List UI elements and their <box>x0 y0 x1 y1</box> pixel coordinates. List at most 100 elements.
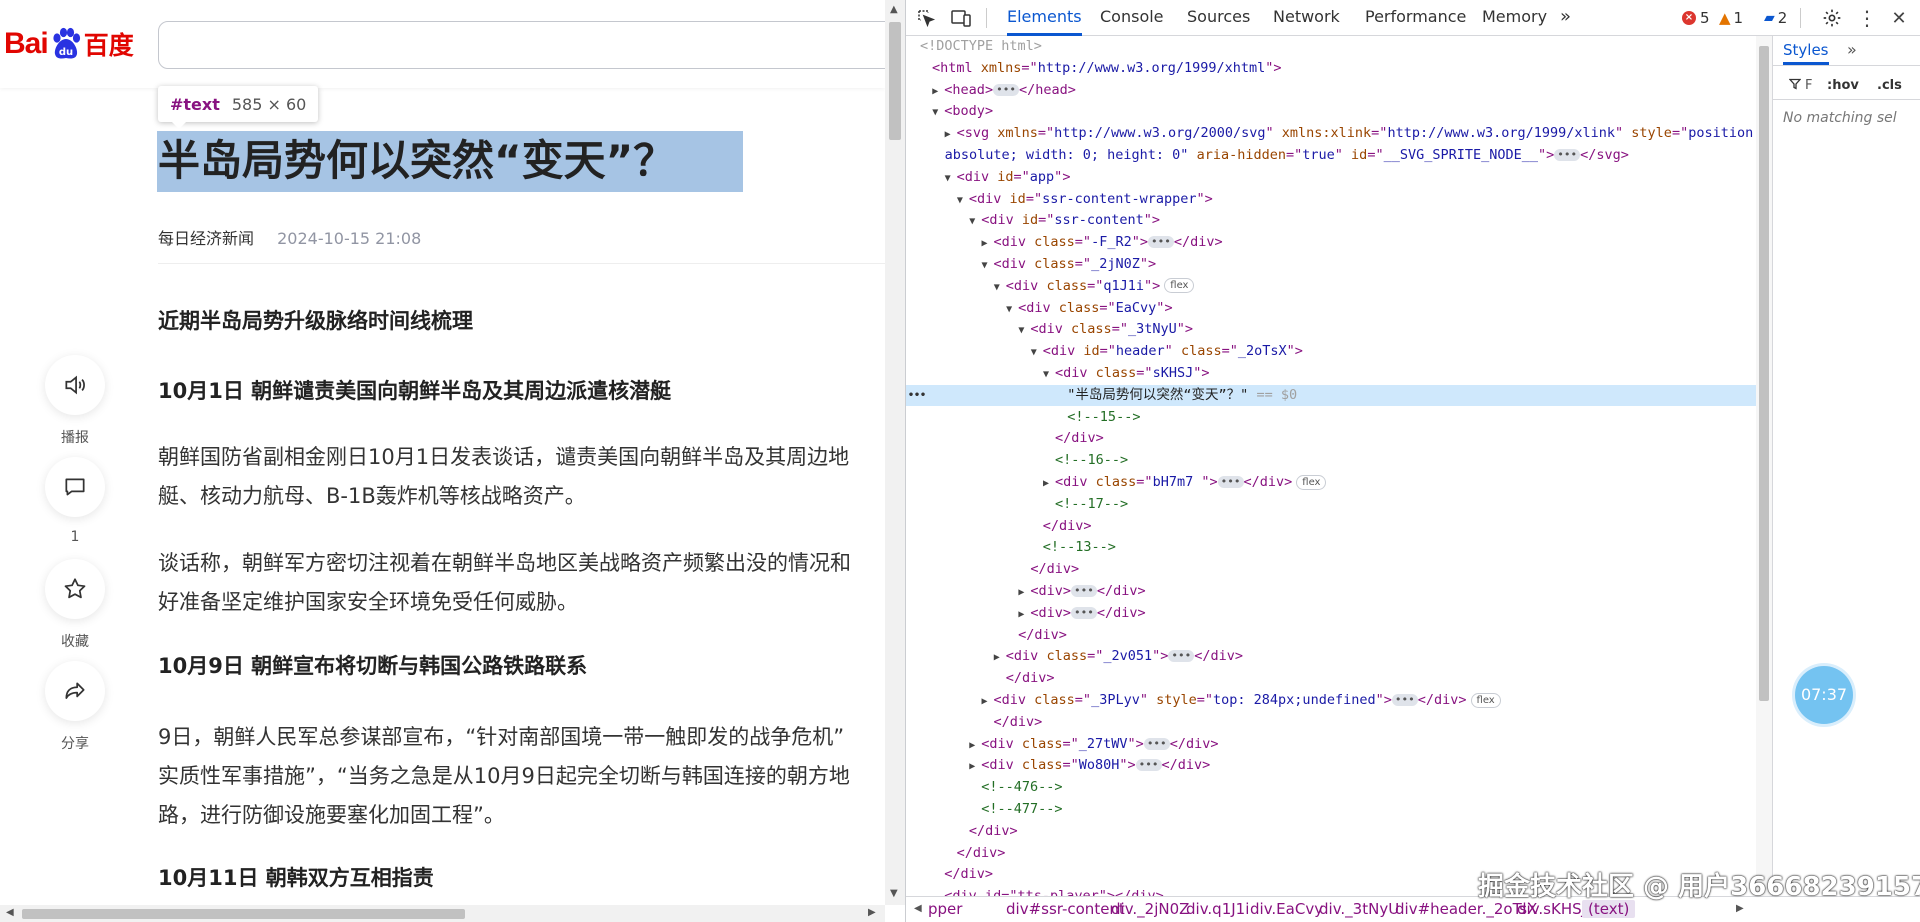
dom-tree-node[interactable]: ▶ <div class="bH7m7 "> ••• </div> flex <box>906 472 1756 493</box>
more-tabs-icon[interactable]: » <box>1560 0 1571 36</box>
breadcrumb-item[interactable]: div.q1J1i <box>1186 900 1249 918</box>
dom-tree-node[interactable]: ▶ <div class="_27tWV"> ••• </div> <box>906 734 1756 755</box>
comment-button[interactable]: 1 <box>44 457 106 545</box>
expand-toggle-icon: ▼ <box>1018 325 1025 337</box>
source-name[interactable]: 每日经济新闻 <box>158 229 254 248</box>
dom-tree-node[interactable]: <html xmlns="http://www.w3.org/1999/xhtm… <box>906 58 1756 79</box>
dom-comment-node[interactable]: <!--476--> <box>906 777 1756 798</box>
dom-tree-node[interactable]: ▼ <div class="_2jN0Z"> <box>906 254 1756 275</box>
dom-tree-node[interactable]: ▼ <div id="app"> <box>906 167 1756 188</box>
tab-network[interactable]: Network <box>1273 0 1340 36</box>
dom-tree-node[interactable]: </div> <box>906 559 1756 580</box>
scroll-thumb[interactable] <box>1759 46 1769 701</box>
tab-performance[interactable]: Performance <box>1365 0 1466 36</box>
dom-comment-node[interactable]: <!--15--> <box>906 407 1756 428</box>
share-icon <box>45 661 105 721</box>
more-tabs-icon[interactable]: » <box>1847 40 1857 59</box>
paw-icon: du <box>49 27 83 61</box>
breadcrumb-item[interactable]: div#ssr-content <box>1006 900 1125 918</box>
styles-pane: Styles » F :hov .cls No matching sel <box>1772 36 1920 896</box>
dom-tree-node[interactable]: </div> <box>906 428 1756 449</box>
dom-tree-node[interactable]: ▶ <div class="_2v051"> ••• </div> <box>906 646 1756 667</box>
scroll-up-icon[interactable]: ▲ <box>890 4 898 15</box>
dom-tree-node[interactable]: ▼ <div class="sKHSJ"> <box>906 363 1756 384</box>
dom-tree-scrollbar[interactable] <box>1756 36 1772 896</box>
dom-tree-node[interactable]: ▶ <div> ••• </div> <box>906 603 1756 624</box>
dom-tree-node[interactable]: </div> <box>906 843 1756 864</box>
warning-count[interactable]: ▲ 1 <box>1719 9 1743 27</box>
dom-comment-node[interactable]: <!--16--> <box>906 450 1756 471</box>
divider <box>986 8 987 28</box>
dom-tree-node[interactable]: ▶ <div class="_3PLyv" style="top: 284px;u… <box>906 690 1756 711</box>
dom-tree-node[interactable]: ▶ <svg xmlns="http://www.w3.org/2000/svg"… <box>906 123 1756 144</box>
dom-tree-node[interactable]: ▶ <div class="-F_R2"> ••• </div> <box>906 232 1756 253</box>
expand-toggle-icon: ▼ <box>981 260 988 271</box>
message-icon: ▰ <box>1764 10 1775 26</box>
scroll-left-icon[interactable]: ◀ <box>6 907 14 918</box>
broadcast-button[interactable]: 播报 <box>44 355 106 447</box>
device-toggle-icon[interactable] <box>949 6 973 30</box>
page-horizontal-scrollbar[interactable]: ◀ ▶ <box>0 905 885 922</box>
styles-filter[interactable]: F :hov .cls <box>1773 72 1920 100</box>
dom-tree-node[interactable]: absolute; width: 0; height: 0" aria-hidd… <box>906 145 1756 166</box>
dom-tree-node[interactable]: </div> <box>906 821 1756 842</box>
page-vertical-scrollbar[interactable]: ▲ ▼ <box>885 0 905 905</box>
dom-tree-node[interactable]: </div> <box>906 712 1756 733</box>
tab-elements[interactable]: Elements <box>1007 0 1082 36</box>
scroll-down-icon[interactable]: ▼ <box>890 888 898 899</box>
dom-tree-node[interactable]: ▶ <div> ••• </div> <box>906 581 1756 602</box>
timer-badge[interactable]: 07:37 <box>1795 666 1853 724</box>
filter-input[interactable]: F <box>1805 78 1812 93</box>
gear-icon[interactable] <box>1820 6 1844 30</box>
article-title: 半岛局势何以突然“变天”？ <box>158 136 676 185</box>
dom-comment-node[interactable]: <!--477--> <box>906 799 1756 820</box>
breadcrumb-item[interactable]: div._3tNyU <box>1319 900 1399 918</box>
baidu-logo[interactable]: Bai du 百度 <box>4 22 134 66</box>
divider <box>1800 8 1801 28</box>
article-page: Bai du 百度 半岛局势何以突然“变天”？ #text 585 × 60 每… <box>0 0 885 922</box>
tab-styles[interactable]: Styles <box>1783 41 1829 65</box>
share-button[interactable]: 分享 <box>44 661 106 753</box>
node-actions-icon[interactable]: ••• <box>908 385 926 406</box>
close-icon[interactable]: ✕ <box>1887 6 1911 30</box>
dom-tree-node[interactable]: ▶ <head> ••• </head> <box>906 80 1756 101</box>
scroll-thumb[interactable] <box>889 22 901 140</box>
dom-tree-node[interactable]: ▼ <div class="_3tNyU"> <box>906 319 1756 340</box>
kebab-menu-icon[interactable]: ⋮ <box>1855 6 1879 30</box>
dom-tree-node[interactable]: </div> <box>906 516 1756 537</box>
error-count[interactable]: × 5 <box>1682 9 1710 27</box>
breadcrumb-item[interactable]: pper <box>928 900 962 918</box>
dom-comment-node[interactable]: <!--17--> <box>906 494 1756 515</box>
dom-tree-node[interactable]: ▼ <body> <box>906 101 1756 122</box>
tab-sources[interactable]: Sources <box>1187 0 1250 36</box>
scroll-thumb[interactable] <box>22 909 465 919</box>
cls-toggle[interactable]: .cls <box>1877 78 1902 93</box>
breadcrumb-item[interactable]: div.EaCvy <box>1250 900 1323 918</box>
dom-tree-node[interactable]: ▶ <div class="Wo80H"> ••• </div> <box>906 755 1756 776</box>
dom-tree-node[interactable]: <!DOCTYPE html> <box>906 36 1756 57</box>
dom-tree-node[interactable]: ▼ <div class="q1J1i"> flex <box>906 276 1756 297</box>
dom-tree-node[interactable]: </div> <box>906 668 1756 689</box>
dom-comment-node[interactable]: <!--13--> <box>906 537 1756 558</box>
inspect-element-icon[interactable] <box>914 6 938 30</box>
scroll-left-icon[interactable]: ◀ <box>914 903 922 914</box>
search-input[interactable] <box>158 21 885 69</box>
tab-memory[interactable]: Memory <box>1482 0 1547 36</box>
dom-tree-node[interactable]: ▼ <div class="EaCvy"> <box>906 298 1756 319</box>
dom-tree-node[interactable]: ▼ <div id="header" class="_2oTsX"> <box>906 341 1756 362</box>
svg-text:du: du <box>59 47 73 58</box>
article-paragraph: 路，进行防御设施要塞化加固工程”。 <box>158 803 505 827</box>
favorite-button[interactable]: 收藏 <box>44 559 106 651</box>
message-count[interactable]: ▰ 2 <box>1764 9 1787 27</box>
dom-tree-node[interactable]: </div> <box>906 625 1756 646</box>
expand-toggle-icon: ▶ <box>1018 608 1025 620</box>
dom-text-node[interactable]: ••• "半岛局势何以突然“变天”？" == $0 <box>906 384 1756 406</box>
dom-tree-node[interactable]: ▼ <div id="ssr-content"> <box>906 210 1756 231</box>
breadcrumb-item[interactable]: div._2jN0Z <box>1111 900 1189 918</box>
scroll-right-icon[interactable]: ▶ <box>868 907 876 918</box>
tab-console[interactable]: Console <box>1100 0 1164 36</box>
hov-toggle[interactable]: :hov <box>1827 78 1859 93</box>
dom-tree-node[interactable]: ▼ <div id="ssr-content-wrapper"> <box>906 189 1756 210</box>
scroll-right-icon[interactable]: ▶ <box>1736 903 1744 914</box>
article-paragraph: 9日，朝鲜人民军总参谋部宣布，“针对南部国境一带一触即发的战争危机” <box>158 725 845 749</box>
